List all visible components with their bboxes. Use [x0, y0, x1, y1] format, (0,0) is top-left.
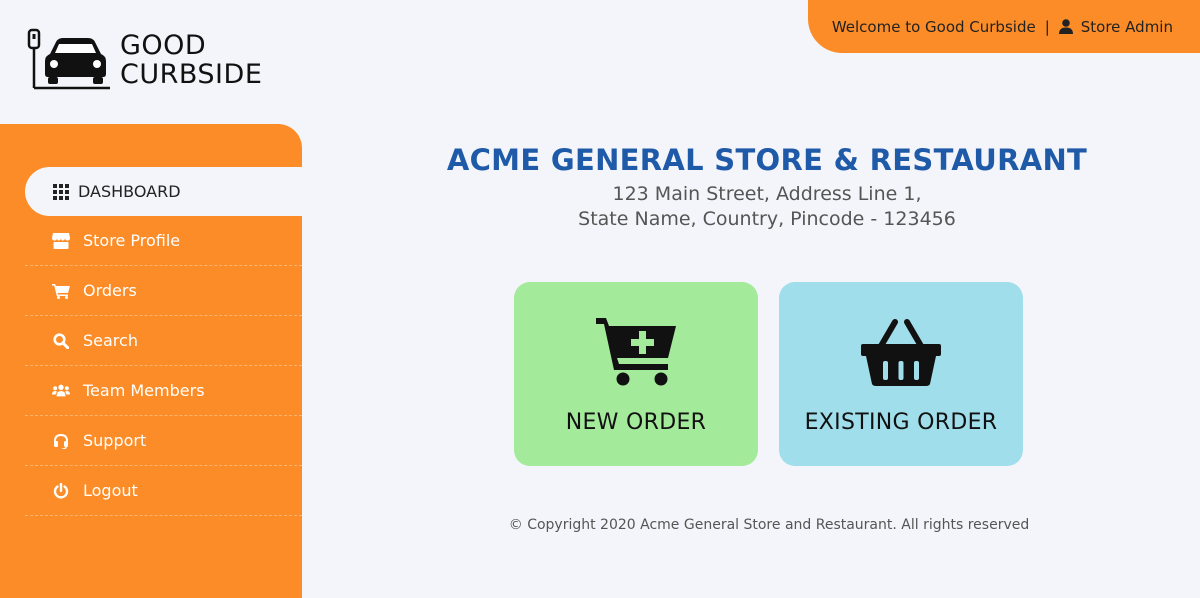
sidebar-item-orders[interactable]: Orders: [25, 266, 302, 316]
sidebar-item-support[interactable]: Support: [25, 416, 302, 466]
sidebar: DASHBOARD Store Profile Orders Search Te…: [0, 124, 302, 598]
store-name: ACME GENERAL STORE & RESTAURANT: [446, 143, 1088, 177]
top-bar: Welcome to Good Curbside | Store Admin: [808, 0, 1200, 53]
brand-line2: CURBSIDE: [120, 59, 263, 90]
team-icon: [52, 382, 70, 400]
existing-order-button[interactable]: EXISTING ORDER: [779, 282, 1023, 466]
new-order-button[interactable]: NEW ORDER: [514, 282, 758, 466]
sidebar-item-label: Search: [83, 331, 138, 350]
copyright-footer: © Copyright 2020 Acme General Store and …: [508, 517, 1030, 533]
address-line-2: State Name, Country, Pincode - 123456: [578, 208, 956, 230]
sidebar-item-label: DASHBOARD: [78, 182, 181, 201]
sidebar-item-label: Orders: [83, 281, 137, 300]
new-order-label: NEW ORDER: [565, 410, 707, 435]
address-line-1: 123 Main Street, Address Line 1,: [612, 183, 922, 205]
power-icon: [52, 482, 70, 500]
sidebar-item-label: Team Members: [83, 381, 205, 400]
headset-icon: [52, 432, 70, 450]
brand-name: GOOD CURBSIDE: [120, 31, 262, 89]
basket-icon: [861, 319, 941, 386]
store-address: 123 Main Street, Address Line 1, State N…: [302, 182, 1200, 232]
topbar-separator: |: [1044, 17, 1050, 36]
welcome-text: Welcome to Good Curbside: [831, 17, 1036, 36]
user-menu[interactable]: Store Admin: [1081, 18, 1173, 36]
sidebar-item-label: Support: [83, 431, 147, 450]
sidebar-item-label: Logout: [83, 481, 138, 500]
brand-line1: GOOD: [120, 30, 207, 61]
grid-icon: [52, 183, 70, 201]
search-icon: [52, 332, 70, 350]
cart-plus-icon: [596, 318, 676, 386]
sidebar-item-dashboard[interactable]: DASHBOARD: [25, 167, 302, 216]
sidebar-item-team-members[interactable]: Team Members: [25, 366, 302, 416]
sidebar-item-search[interactable]: Search: [25, 316, 302, 366]
cart-icon: [52, 282, 70, 300]
sidebar-item-label: Store Profile: [83, 231, 181, 250]
sidebar-nav: DASHBOARD Store Profile Orders Search Te…: [25, 167, 302, 516]
car-logo-icon: [27, 28, 110, 90]
user-icon: [1058, 19, 1073, 34]
logo[interactable]: GOOD CURBSIDE: [26, 28, 262, 92]
sidebar-item-logout[interactable]: Logout: [25, 466, 302, 516]
sidebar-item-store-profile[interactable]: Store Profile: [25, 216, 302, 266]
existing-order-label: EXISTING ORDER: [804, 410, 998, 435]
store-icon: [52, 232, 70, 250]
